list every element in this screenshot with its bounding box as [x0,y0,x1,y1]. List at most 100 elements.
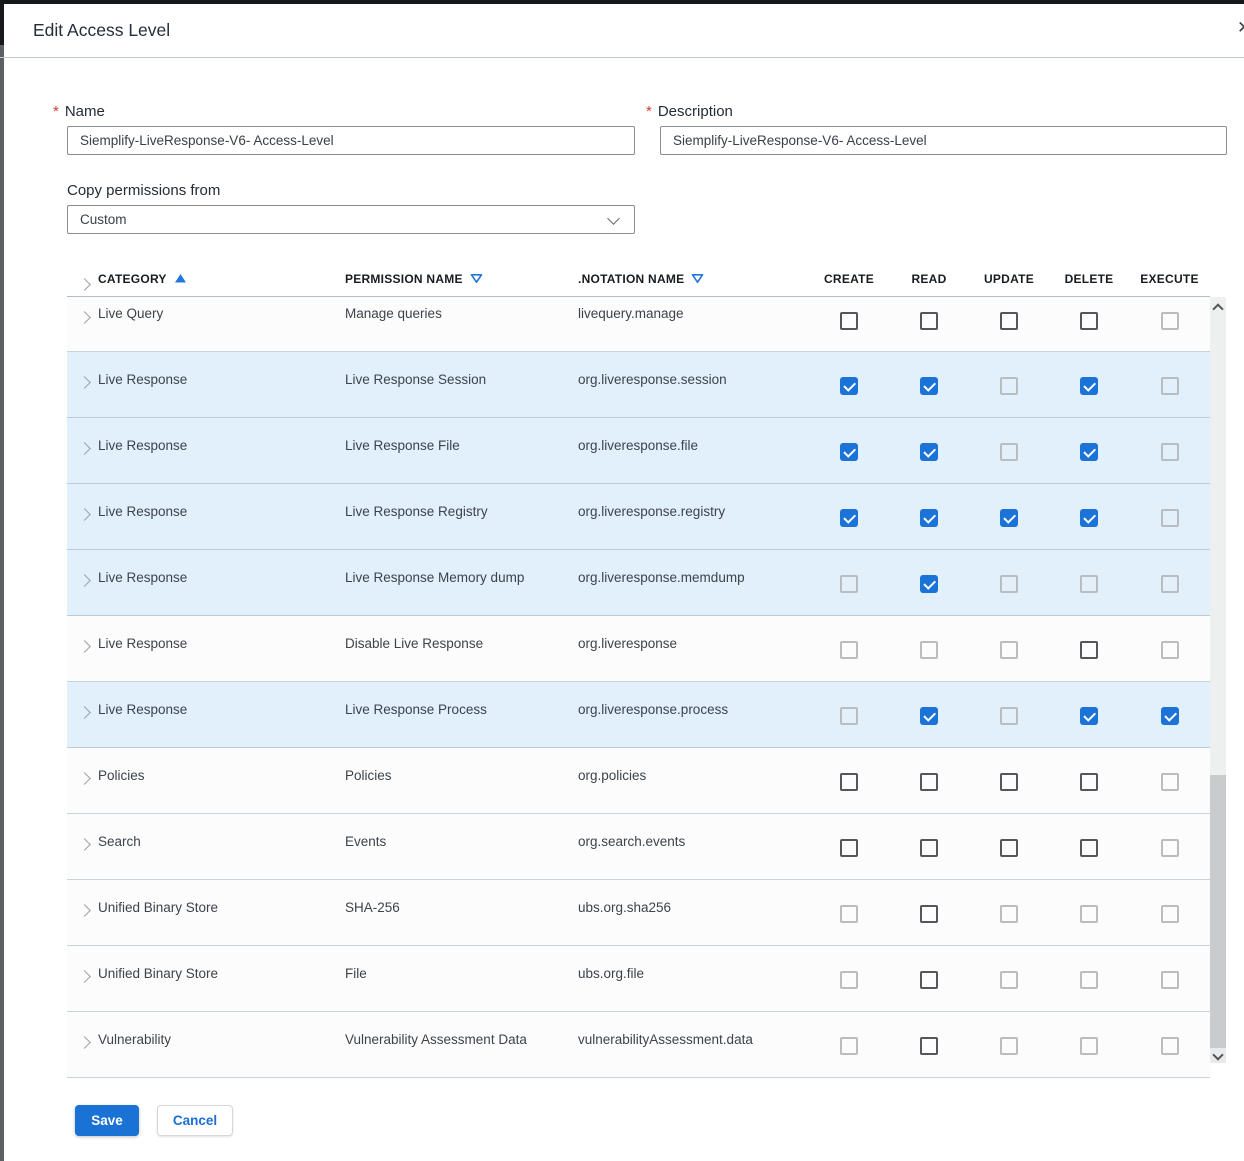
expand-cell[interactable] [67,484,98,549]
expand-cell[interactable] [67,682,98,747]
checkbox-read[interactable] [920,1037,938,1055]
category-cell: Unified Binary Store [98,880,345,945]
execute-cell [1129,352,1210,417]
checkbox-create[interactable] [840,839,858,857]
save-button[interactable]: Save [75,1105,139,1136]
header-category[interactable]: CATEGORY [98,258,345,296]
checkbox-read[interactable] [920,905,938,923]
expand-cell[interactable] [67,814,98,879]
checkbox-read[interactable] [920,443,938,461]
expand-cell[interactable] [67,1012,98,1077]
checkbox-delete [1080,905,1098,923]
read-cell [889,946,969,1011]
permission-cell: Disable Live Response [345,616,578,681]
execute-cell [1129,616,1210,681]
read-cell [889,748,969,813]
checkbox-create[interactable] [840,377,858,395]
expand-chevron-icon [78,706,91,719]
checkbox-read[interactable] [920,575,938,593]
checkbox-read[interactable] [920,707,938,725]
category-cell: Live Response [98,550,345,615]
sort-ascending-icon[interactable] [174,273,187,284]
expand-cell[interactable] [67,352,98,417]
header-notation-name[interactable]: .NOTATION NAME [578,258,809,296]
checkbox-read[interactable] [920,509,938,527]
table-row[interactable]: Live ResponseDisable Live Responseorg.li… [67,616,1210,682]
create-cell [809,616,889,681]
notation-cell: org.policies [578,748,809,813]
execute-cell [1129,1012,1210,1077]
checkbox-create[interactable] [840,773,858,791]
expand-chevron-icon [78,508,91,521]
name-input[interactable] [67,126,635,155]
checkbox-create[interactable] [840,509,858,527]
permission-cell: SHA-256 [345,880,578,945]
checkbox-create[interactable] [840,443,858,461]
expand-cell[interactable] [67,880,98,945]
checkbox-delete[interactable] [1080,377,1098,395]
checkbox-create[interactable] [840,312,858,330]
scroll-down-button[interactable] [1210,1048,1226,1063]
checkbox-read[interactable] [920,377,938,395]
table-row[interactable]: Live ResponseLive Response Sessionorg.li… [67,352,1210,418]
category-cell: Search [98,814,345,879]
expand-cell[interactable] [67,297,98,351]
table-row[interactable]: PoliciesPoliciesorg.policies [67,748,1210,814]
expand-cell[interactable] [67,946,98,1011]
copy-permissions-select[interactable]: Custom [67,205,635,234]
create-cell [809,946,889,1011]
expand-cell[interactable] [67,748,98,813]
delete-cell [1049,616,1129,681]
expand-chevron-icon [78,970,91,983]
checkbox-delete[interactable] [1080,443,1098,461]
header-divider [0,57,1244,58]
create-cell [809,1012,889,1077]
checkbox-read[interactable] [920,839,938,857]
expand-cell[interactable] [67,418,98,483]
expand-cell[interactable] [67,616,98,681]
required-asterisk: * [646,103,652,120]
table-row[interactable]: VulnerabilityVulnerability Assessment Da… [67,1012,1210,1078]
checkbox-read[interactable] [920,971,938,989]
checkbox-delete[interactable] [1080,509,1098,527]
checkbox-delete[interactable] [1080,312,1098,330]
notation-cell: org.search.events [578,814,809,879]
table-row[interactable]: Live ResponseLive Response Memory dumpor… [67,550,1210,616]
checkbox-read[interactable] [920,312,938,330]
table-row[interactable]: SearchEventsorg.search.events [67,814,1210,880]
sort-down-icon[interactable] [470,273,483,284]
table-row[interactable]: Live ResponseLive Response Registryorg.l… [67,484,1210,550]
backdrop-left-edge [0,0,4,1161]
checkbox-update[interactable] [1000,312,1018,330]
checkbox-delete[interactable] [1080,773,1098,791]
checkbox-update[interactable] [1000,773,1018,791]
scroll-up-button[interactable] [1210,299,1226,315]
header-expand-cell[interactable] [67,258,98,296]
checkbox-update[interactable] [1000,839,1018,857]
table-header-row: CATEGORY PERMISSION NAME .NOTATION NAME … [67,258,1210,297]
checkbox-read[interactable] [920,773,938,791]
checkbox-execute[interactable] [1161,707,1179,725]
close-icon[interactable]: ✕ [1237,18,1244,38]
sort-down-icon[interactable] [691,273,704,284]
checkbox-delete[interactable] [1080,839,1098,857]
checkbox-create [840,707,858,725]
delete-cell [1049,352,1129,417]
checkbox-create [840,971,858,989]
table-row[interactable]: Live QueryManage querieslivequery.manage [67,297,1210,352]
checkbox-delete[interactable] [1080,641,1098,659]
delete-cell [1049,682,1129,747]
table-row[interactable]: Live ResponseLive Response Processorg.li… [67,682,1210,748]
expand-cell[interactable] [67,550,98,615]
header-update: UPDATE [969,258,1049,296]
checkbox-delete[interactable] [1080,707,1098,725]
table-scrollbar[interactable] [1210,297,1226,1063]
scrollbar-thumb[interactable] [1210,775,1226,1048]
description-input[interactable] [660,126,1227,155]
cancel-button[interactable]: Cancel [157,1105,233,1136]
table-row[interactable]: Live ResponseLive Response Fileorg.liver… [67,418,1210,484]
header-permission-name[interactable]: PERMISSION NAME [345,258,578,296]
table-row[interactable]: Unified Binary StoreFileubs.org.file [67,946,1210,1012]
table-row[interactable]: Unified Binary StoreSHA-256ubs.org.sha25… [67,880,1210,946]
checkbox-update[interactable] [1000,509,1018,527]
